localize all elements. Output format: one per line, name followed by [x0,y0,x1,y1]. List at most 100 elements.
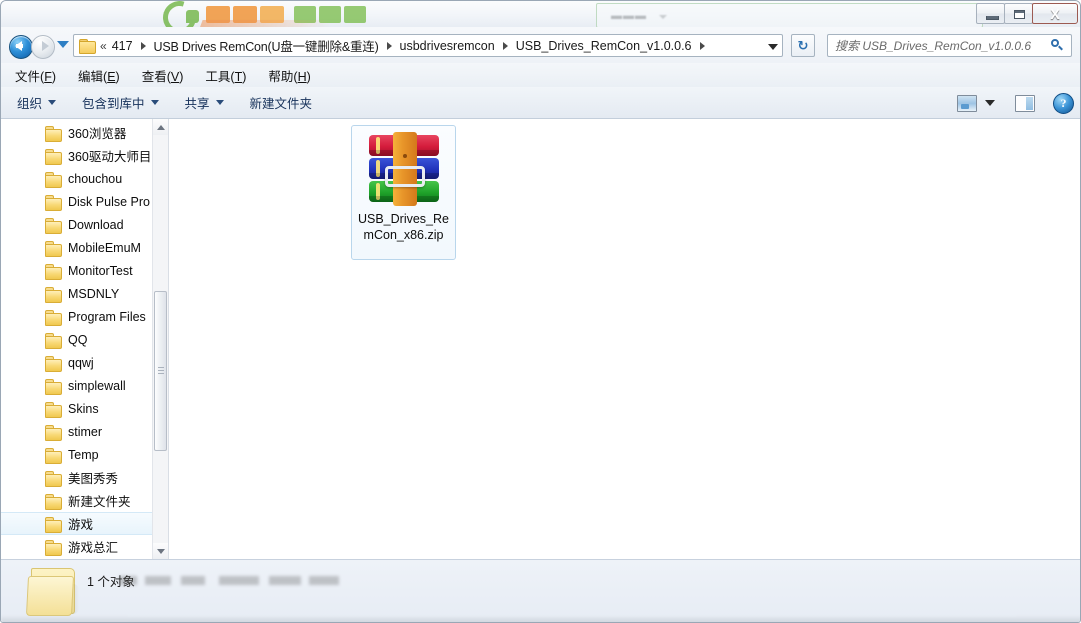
sidebar-item-label: Skins [68,401,99,416]
menu-edit-label: 编辑 [78,69,104,84]
sidebar-item-label: MonitorTest [68,263,133,278]
include-in-library-button[interactable]: 包含到库中 [82,93,159,112]
forward-button[interactable] [31,35,55,59]
sidebar-item-label: MSDNLY [68,286,120,301]
maximize-button[interactable] [1004,3,1033,24]
new-folder-label: 新建文件夹 [249,97,313,111]
sidebar-item-simplewall[interactable]: simplewall [1,374,153,397]
file-list-pane[interactable]: USB_Drives_RemCon_x86.zip [169,119,1080,559]
sidebar-item-label: Program Files [68,309,146,324]
recent-locations-button[interactable] [57,41,69,48]
back-button[interactable] [9,35,33,59]
folder-icon [45,470,62,487]
menu-edit-accel: E [107,69,116,84]
sidebar-item-stimer[interactable]: stimer [1,420,153,443]
breadcrumb-item-2[interactable]: usbdrivesremcon [398,39,497,53]
breadcrumb-separator[interactable] [502,41,508,50]
chevron-down-icon [150,100,159,105]
list-item[interactable]: USB_Drives_RemCon_x86.zip [351,125,456,260]
menu-help[interactable]: 帮助(H) [268,66,310,85]
sidebar-item-360driver[interactable]: 360驱动大师目 [1,144,153,167]
folder-icon [45,493,62,510]
details-pane: 1 个对象 [1,559,1080,622]
sidebar-item-monitortest[interactable]: MonitorTest [1,259,153,282]
sidebar-item-label: Download [68,217,124,232]
chevron-down-icon[interactable] [985,100,995,106]
sidebar-item-games[interactable]: 游戏 [1,512,153,535]
sidebar-item-label: 游戏 [68,518,94,532]
sidebar-item-qq[interactable]: QQ [1,328,153,351]
menu-tools-accel: T [234,69,243,84]
scroll-down-button[interactable] [153,543,168,559]
sidebar-item-label: stimer [68,424,103,439]
organize-button[interactable]: 组织 [17,93,57,112]
scrollbar-thumb[interactable] [154,291,167,451]
sidebar-item-download[interactable]: Download [1,213,153,236]
menu-file[interactable]: 文件(F) [15,66,56,85]
folder-icon [45,148,62,165]
menu-file-label: 文件 [15,69,41,84]
sidebar-item-meitu[interactable]: 美图秀秀 [1,466,153,489]
search-placeholder: 搜索 USB_Drives_RemCon_v1.0.0.6 [835,39,1032,53]
menu-tools[interactable]: 工具(T) [205,66,246,85]
breadcrumb-item-0[interactable]: 417 [110,39,135,53]
sidebar-item-disk-pulse-pro[interactable]: Disk Pulse Pro [1,190,153,213]
breadcrumb-separator[interactable] [140,41,146,50]
sidebar-item-label: 游戏总汇 [68,541,119,555]
sidebar-item-chouchou[interactable]: chouchou [1,167,153,190]
folder-icon [45,171,62,188]
close-icon: X [1050,6,1060,22]
preview-pane-icon[interactable] [1015,94,1035,112]
sidebar-item-msdnly[interactable]: MSDNLY [1,282,153,305]
navigation-bar: « 417 USB Drives RemCon(U盘一键删除&重连) usbdr… [1,27,1080,63]
sidebar-item-new-folder[interactable]: 新建文件夹 [1,489,153,512]
address-bar[interactable]: « 417 USB Drives RemCon(U盘一键删除&重连) usbdr… [73,34,783,57]
folder-icon [45,286,62,303]
address-dropdown-button[interactable] [764,39,782,53]
folder-icon [25,566,79,618]
title-bar: ▬▬▬ X [1,1,1080,27]
sidebar-item-qqwj[interactable]: qqwj [1,351,153,374]
scrollbar-grip-icon [158,367,164,375]
refresh-button[interactable]: ↻ [791,34,815,57]
share-button[interactable]: 共享 [185,93,224,112]
menu-file-accel: F [44,69,52,84]
breadcrumb-separator[interactable] [386,41,392,50]
sidebar-item-label: QQ [68,332,88,347]
menu-bar: 文件(F) 编辑(E) 查看(V) 工具(T) 帮助(H) [1,63,1080,87]
content-area: 360浏览器 360驱动大师目 chouchou Disk Pulse Pro [1,119,1080,559]
breadcrumb-overflow-chevron[interactable]: « [100,39,107,53]
breadcrumb-separator[interactable] [699,41,705,50]
sidebar-item-label: 360浏览器 [68,127,127,141]
chevron-down-icon [215,100,224,105]
sidebar-item-360browser[interactable]: 360浏览器 [1,121,153,144]
minimize-button[interactable] [976,3,1005,24]
new-folder-button[interactable]: 新建文件夹 [250,93,313,112]
folder-icon [45,125,62,142]
site-logo-watermark-icon [157,1,406,27]
refresh-icon: ↻ [797,38,809,53]
sidebar-item-games-collection[interactable]: 游戏总汇 [1,535,153,558]
help-icon[interactable]: ? [1053,92,1074,114]
search-input[interactable]: 搜索 USB_Drives_RemCon_v1.0.0.6 [827,34,1072,57]
sidebar-item-program-files[interactable]: Program Files [1,305,153,328]
organize-label: 组织 [17,97,43,111]
menu-edit[interactable]: 编辑(E) [78,66,120,85]
sidebar-item-temp[interactable]: Temp [1,443,153,466]
close-button[interactable]: X [1032,3,1078,24]
menu-tools-label: 工具 [205,69,231,84]
change-view-icon[interactable] [957,94,977,112]
sidebar-item-label: MobileEmuM [68,240,141,255]
folder-icon [45,194,62,211]
sidebar-item-label: 360驱动大师目 [68,150,152,164]
scroll-up-button[interactable] [153,119,168,135]
breadcrumb-item-3[interactable]: USB_Drives_RemCon_v1.0.0.6 [514,39,694,53]
breadcrumb-item-1[interactable]: USB Drives RemCon(U盘一键删除&重连) [152,36,381,55]
navigation-pane-scrollbar[interactable] [152,119,168,559]
menu-view[interactable]: 查看(V) [142,66,184,85]
sidebar-item-mobileemum[interactable]: MobileEmuM [1,236,153,259]
explorer-window: ▬▬▬ X « 417 USB Drives RemCon(U盘一键删除&重连)… [0,0,1081,623]
sidebar-item-label: Temp [68,447,99,462]
sidebar-item-skins[interactable]: Skins [1,397,153,420]
folder-icon [45,263,62,280]
